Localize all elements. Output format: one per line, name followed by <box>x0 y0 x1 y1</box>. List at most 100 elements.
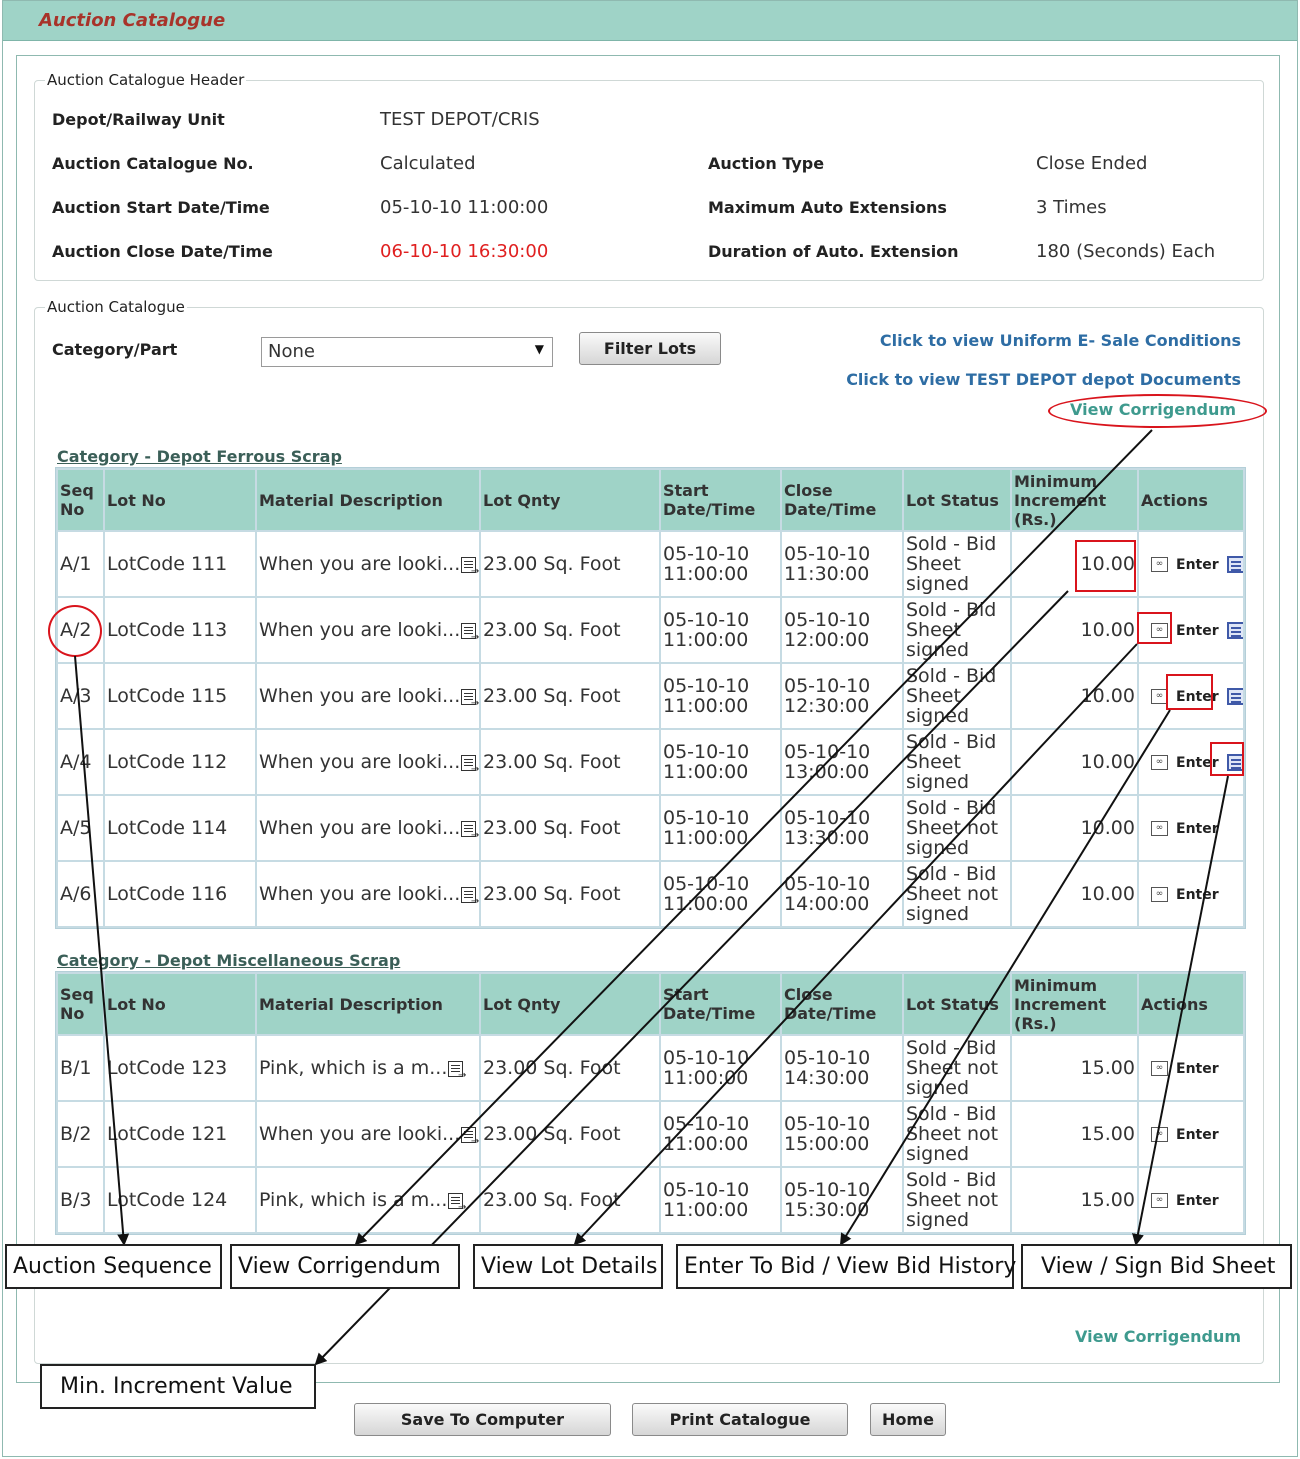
uniform-conditions-link[interactable]: Click to view Uniform E- Sale Conditions <box>880 331 1241 350</box>
start-cell: 05-10-10 11:00:00 <box>661 532 780 596</box>
enter-bid-link[interactable]: Enter <box>1176 1193 1219 1209</box>
view-corrigendum-link-bottom[interactable]: View Corrigendum <box>1075 1327 1241 1346</box>
status-cell: Sold - Bid Sheet signed <box>904 598 1010 662</box>
close-cell: 05-10-10 12:30:00 <box>782 664 902 728</box>
home-button[interactable]: Home <box>870 1403 946 1436</box>
lot-cell: LotCode 123 <box>105 1036 255 1100</box>
category-title-misc: Category - Depot Miscellaneous Scrap <box>57 951 401 970</box>
col-actions: Actions <box>1139 974 1243 1034</box>
min-inc-cell: 10.00 <box>1012 664 1137 728</box>
col-status: Lot Status <box>904 470 1010 530</box>
seq-cell-text: A/4 <box>60 751 92 773</box>
bid-sheet-icon[interactable] <box>1226 556 1243 573</box>
min-inc-cell: 15.00 <box>1012 1102 1137 1166</box>
close-cell-text: 05-10-10 15:00:00 <box>784 1113 871 1155</box>
view-lot-details-icon[interactable]: ∞ <box>1151 1061 1168 1076</box>
min-inc-cell-text: 15.00 <box>1080 1057 1135 1079</box>
status-cell-text: Sold - Bid Sheet not signed <box>906 1169 999 1231</box>
description-popup-icon[interactable] <box>461 754 479 775</box>
actions-cell: ∞ Enter <box>1139 862 1243 926</box>
description-popup-icon[interactable] <box>461 886 479 907</box>
table-header-row: Seq No Lot No Material Description Lot Q… <box>58 470 1243 530</box>
close-cell-text: 05-10-10 14:30:00 <box>784 1047 871 1089</box>
callout-auction-sequence: Auction Sequence <box>5 1244 222 1289</box>
enter-bid-link[interactable]: Enter <box>1176 557 1219 573</box>
seq-cell: B/3 <box>58 1168 103 1232</box>
desc-cell: Pink, which is a m... <box>257 1168 479 1232</box>
lots-body-ferrous: A/1 LotCode 111 When you are looki... 23.00… <box>58 532 1243 926</box>
description-popup-icon[interactable] <box>461 556 479 577</box>
highlight-sign-sheet-box <box>1210 742 1244 776</box>
close-cell-text: 05-10-10 13:30:00 <box>784 807 871 849</box>
actions-cell: ∞ Enter <box>1139 1036 1243 1100</box>
enter-bid-link[interactable]: Enter <box>1176 821 1219 837</box>
start-cell-text: 05-10-10 11:00:00 <box>663 873 750 915</box>
close-cell: 05-10-10 11:30:00 <box>782 532 902 596</box>
description-popup-icon[interactable] <box>448 1192 466 1213</box>
close-cell: 05-10-10 12:00:00 <box>782 598 902 662</box>
qty-cell: 23.00 Sq. Foot <box>481 532 659 596</box>
table-row: B/2 LotCode 121 When you are looki... 23.00… <box>58 1102 1243 1166</box>
table-row: A/3 LotCode 115 When you are looki... 23.00… <box>58 664 1243 728</box>
qty-cell: 23.00 Sq. Foot <box>481 1102 659 1166</box>
description-popup-icon[interactable] <box>448 1060 466 1081</box>
lots-table-ferrous: Seq No Lot No Material Description Lot Q… <box>55 467 1246 929</box>
status-cell-text: Sold - Bid Sheet not signed <box>906 1037 999 1099</box>
title-bar: Auction Catalogue <box>3 1 1297 41</box>
bid-sheet-icon[interactable] <box>1226 688 1243 705</box>
col-lot: Lot No <box>105 974 255 1034</box>
min-inc-cell-text: 15.00 <box>1080 1189 1135 1211</box>
close-cell: 05-10-10 14:00:00 <box>782 862 902 926</box>
qty-cell: 23.00 Sq. Foot <box>481 664 659 728</box>
start-value: 05-10-10 11:00:00 <box>380 197 549 218</box>
enter-bid-link[interactable]: Enter <box>1176 623 1219 639</box>
actions-cell: ∞ Enter <box>1139 1102 1243 1166</box>
view-lot-details-icon[interactable]: ∞ <box>1151 821 1168 836</box>
print-catalogue-button[interactable]: Print Catalogue <box>632 1403 848 1436</box>
desc-cell: When you are looki... <box>257 862 479 926</box>
start-cell-text: 05-10-10 11:00:00 <box>663 543 750 585</box>
desc-cell: When you are looki... <box>257 664 479 728</box>
description-popup-icon[interactable] <box>461 820 479 841</box>
view-lot-details-icon[interactable]: ∞ <box>1151 755 1168 770</box>
qty-cell-text: 23.00 Sq. Foot <box>483 685 621 707</box>
close-cell: 05-10-10 15:30:00 <box>782 1168 902 1232</box>
start-cell: 05-10-10 11:00:00 <box>661 1102 780 1166</box>
lot-cell: LotCode 112 <box>105 730 255 794</box>
qty-cell: 23.00 Sq. Foot <box>481 1168 659 1232</box>
view-lot-details-icon[interactable]: ∞ <box>1151 557 1168 572</box>
save-to-computer-button[interactable]: Save To Computer <box>354 1403 611 1436</box>
close-cell-text: 05-10-10 13:00:00 <box>784 741 871 783</box>
depot-documents-link[interactable]: Click to view TEST DEPOT depot Documents <box>846 370 1241 389</box>
seq-cell-text: B/2 <box>60 1123 92 1145</box>
col-qty: Lot Qnty <box>481 470 659 530</box>
description-popup-icon[interactable] <box>461 688 479 709</box>
catalogue-no-value: Calculated <box>380 153 476 174</box>
category-select[interactable]: None ▼ <box>261 337 553 367</box>
status-cell-text: Sold - Bid Sheet signed <box>906 533 997 595</box>
col-seq: Seq No <box>58 974 103 1034</box>
min-inc-cell: 15.00 <box>1012 1168 1137 1232</box>
view-lot-details-icon[interactable]: ∞ <box>1151 1127 1168 1142</box>
table-row: A/5 LotCode 114 When you are looki... 23.00… <box>58 796 1243 860</box>
col-start: Start Date/Time <box>661 470 780 530</box>
qty-cell: 23.00 Sq. Foot <box>481 1036 659 1100</box>
start-cell-text: 05-10-10 11:00:00 <box>663 1047 750 1089</box>
qty-cell: 23.00 Sq. Foot <box>481 598 659 662</box>
description-popup-icon[interactable] <box>461 1126 479 1147</box>
min-inc-cell-text: 10.00 <box>1080 817 1135 839</box>
view-lot-details-icon[interactable]: ∞ <box>1151 887 1168 902</box>
enter-bid-link[interactable]: Enter <box>1176 1061 1219 1077</box>
bid-sheet-icon[interactable] <box>1226 622 1243 639</box>
min-inc-cell-text: 10.00 <box>1080 619 1135 641</box>
status-cell-text: Sold - Bid Sheet not signed <box>906 797 999 859</box>
seq-cell-text: B/3 <box>60 1189 92 1211</box>
view-lot-details-icon[interactable]: ∞ <box>1151 1193 1168 1208</box>
enter-bid-link[interactable]: Enter <box>1176 1127 1219 1143</box>
filter-lots-button[interactable]: Filter Lots <box>579 332 721 365</box>
enter-bid-link[interactable]: Enter <box>1176 887 1219 903</box>
lot-cell-text: LotCode 115 <box>107 685 228 707</box>
col-qty: Lot Qnty <box>481 974 659 1034</box>
description-popup-icon[interactable] <box>461 622 479 643</box>
qty-cell-text: 23.00 Sq. Foot <box>483 553 621 575</box>
